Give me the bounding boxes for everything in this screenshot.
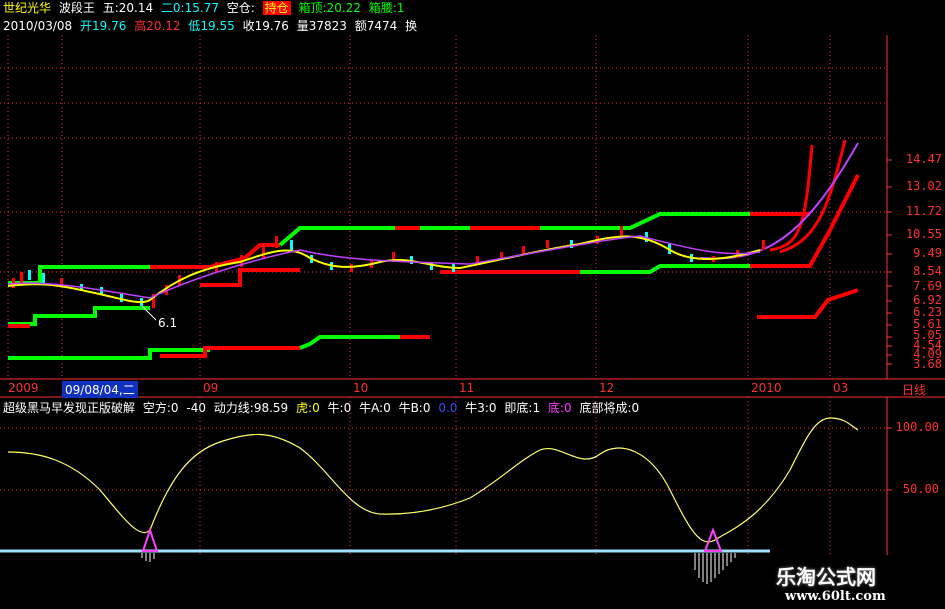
bull-a-value: 牛A:0: [359, 401, 391, 415]
price-tick: 3.68: [913, 357, 942, 371]
date-label: 11: [459, 381, 475, 395]
watermark-url: www.60lt.com: [785, 589, 886, 604]
date-label: 03: [833, 381, 849, 395]
sub-indicator-name[interactable]: 超级黑马早发现正版破解: [3, 401, 135, 415]
low-price-marker: 6.1: [158, 316, 178, 330]
bottom-value: 底:0: [547, 401, 572, 415]
period-selector[interactable]: 日线: [902, 381, 926, 398]
sub-axis-tick: 100.00: [895, 420, 939, 434]
empty-side-value: 空方:0: [142, 401, 179, 415]
date-label: 2010: [751, 381, 782, 395]
blue-value: 0.0: [438, 401, 458, 415]
power-line-value: 动力线:98.59: [213, 401, 289, 415]
close-price: 收19.76: [242, 19, 289, 33]
date-label: 12: [599, 381, 615, 395]
price-tick: 9.49: [913, 246, 942, 260]
neg40-value: -40: [186, 401, 206, 415]
box-waist-value: 箱腰:1: [368, 1, 405, 15]
bottom-forming-value: 底部将成:0: [579, 401, 640, 415]
sub-axis-tick: 50.00: [902, 482, 939, 496]
price-tick: 8.54: [913, 264, 942, 278]
low-price: 低19.55: [188, 19, 235, 33]
empty-position-label: 空仓:: [226, 1, 255, 15]
bottom-now-value: 即底:1: [504, 401, 541, 415]
two-value: 二0:15.77: [160, 1, 219, 15]
cursor-date-label: 09/08/04,二: [62, 381, 138, 398]
price-tick: 10.55: [905, 227, 942, 241]
date-label: 10: [353, 381, 369, 395]
bull-value: 牛:0: [327, 401, 352, 415]
bull3-value: 牛3:0: [465, 401, 497, 415]
bull-b-value: 牛B:0: [398, 401, 431, 415]
price-tick: 7.69: [913, 279, 942, 293]
quote-header-row-1: 世纪光华 波段王 五:20.14 二0:15.77 空仓: 持仓 箱顶:20.2…: [3, 0, 408, 17]
quote-date: 2010/03/08: [3, 19, 73, 33]
price-tick: 14.47: [905, 152, 942, 166]
sub-indicator-header: 超级黑马早发现正版破解 空方:0 -40 动力线:98.59 虎:0 牛:0 牛…: [3, 399, 643, 416]
date-label: 09: [203, 381, 219, 395]
box-top-value: 箱顶:20.22: [298, 1, 361, 15]
quote-header-row-2: 2010/03/08 开19.76 高20.12 低19.55 收19.76 量…: [3, 18, 421, 35]
price-tick: 11.72: [905, 204, 942, 218]
turnover: 换: [405, 19, 418, 33]
chart-canvas: [0, 35, 945, 584]
price-tick: 13.02: [905, 179, 942, 193]
tiger-value: 虎:0: [296, 401, 320, 415]
high-price: 高20.12: [134, 19, 181, 33]
open-price: 开19.76: [80, 19, 127, 33]
five-value: 五:20.14: [102, 1, 154, 15]
amount: 额7474: [354, 19, 398, 33]
stock-name[interactable]: 世纪光华: [3, 1, 51, 15]
indicator-name[interactable]: 波段王: [59, 1, 95, 15]
volume: 量37823: [296, 19, 347, 33]
watermark-title: 乐淘公式网: [776, 565, 876, 589]
hold-badge: 持仓: [262, 1, 291, 15]
date-label: 2009: [8, 381, 39, 395]
